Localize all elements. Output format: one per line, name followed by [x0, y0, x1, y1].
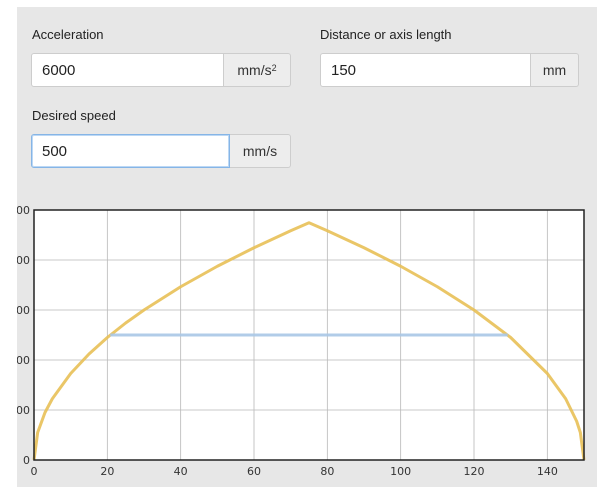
acceleration-input[interactable] — [31, 53, 224, 87]
y-tick-label: 800 — [17, 254, 30, 267]
distance-label: Distance or axis length — [320, 27, 452, 42]
distance-unit: mm — [531, 53, 579, 87]
x-tick-label: 20 — [100, 465, 114, 478]
x-tick-label: 40 — [174, 465, 188, 478]
y-tick-label: 600 — [17, 304, 30, 317]
acceleration-label: Acceleration — [32, 27, 104, 42]
velocity-profile-chart: 0 20 40 60 80 100 120 140 0 200 400 600 800 1000 — [17, 204, 586, 478]
acceleration-unit-exponent: 2 — [271, 63, 277, 73]
distance-input[interactable] — [320, 53, 531, 87]
acceleration-unit-base: mm/s — [237, 62, 272, 78]
acceleration-unit: mm/s 2 — [224, 53, 291, 87]
speed-unit: mm/s — [230, 134, 291, 168]
y-tick-label: 200 — [17, 404, 30, 417]
x-tick-label: 120 — [464, 465, 485, 478]
y-tick-label: 0 — [23, 454, 30, 467]
y-tick-label: 400 — [17, 354, 30, 367]
x-tick-label: 0 — [31, 465, 38, 478]
speed-input[interactable] — [31, 134, 230, 168]
x-tick-label: 100 — [390, 465, 411, 478]
y-tick-label: 1000 — [17, 204, 30, 217]
x-tick-label: 80 — [320, 465, 334, 478]
speed-label: Desired speed — [32, 108, 116, 123]
x-tick-label: 140 — [537, 465, 558, 478]
x-tick-label: 60 — [247, 465, 261, 478]
